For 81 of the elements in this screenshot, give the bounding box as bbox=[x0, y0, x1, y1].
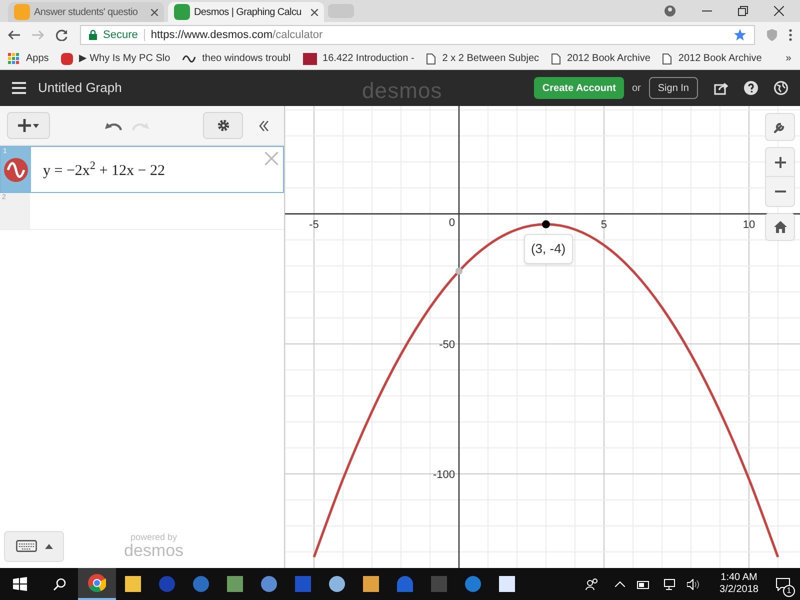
address-bar[interactable]: Secure https://www.desmos.com/calculator bbox=[80, 25, 755, 45]
star-icon[interactable] bbox=[734, 29, 746, 41]
minus-icon bbox=[774, 190, 786, 193]
y-intercept-point[interactable] bbox=[455, 268, 462, 275]
more-bookmarks-button[interactable]: » bbox=[786, 51, 800, 66]
reload-icon[interactable] bbox=[56, 29, 68, 41]
page-icon bbox=[426, 52, 436, 64]
caret-icon bbox=[33, 124, 39, 128]
profile-icon[interactable] bbox=[664, 5, 676, 17]
network-icon[interactable] bbox=[662, 578, 675, 590]
page-icon bbox=[662, 52, 672, 64]
people-icon[interactable] bbox=[585, 578, 599, 590]
browser-tab[interactable]: Answer students' questio bbox=[8, 2, 164, 22]
home-icon bbox=[774, 221, 786, 233]
share-icon[interactable] bbox=[714, 82, 728, 94]
undo-icon[interactable] bbox=[104, 120, 122, 130]
home-view-button[interactable] bbox=[765, 213, 795, 241]
browser-tab[interactable]: Desmos | Graphing Calcu bbox=[168, 2, 324, 22]
menu-icon[interactable] bbox=[12, 82, 26, 94]
bookmark-link[interactable]: theo windows troubl bbox=[202, 51, 291, 66]
bookmark-link[interactable]: ▶ Why Is My PC Slo bbox=[78, 51, 170, 66]
chrome-icon bbox=[88, 574, 106, 592]
page-icon bbox=[551, 52, 562, 64]
keyboard-toggle-button[interactable] bbox=[4, 530, 64, 562]
back-arrow-icon[interactable] bbox=[8, 30, 20, 40]
x-tick-label: -5 bbox=[309, 218, 319, 231]
help-icon[interactable] bbox=[744, 81, 758, 95]
y-tick-label: -50 bbox=[439, 338, 455, 351]
or-text: or bbox=[632, 82, 641, 96]
clock-date[interactable]: 3/2/2018 bbox=[720, 584, 758, 596]
bookmark-link[interactable]: 2012 Book Archive bbox=[567, 51, 650, 66]
caret-up-icon bbox=[44, 544, 52, 548]
settings-icon bbox=[216, 119, 230, 132]
graph-title[interactable]: Untitled Graph bbox=[38, 78, 122, 98]
add-item-button[interactable] bbox=[7, 112, 50, 139]
collapse-panel-icon[interactable] bbox=[259, 120, 269, 130]
bookmark-link[interactable]: 2012 Book Archive bbox=[678, 51, 762, 66]
clock-time[interactable]: 1:40 AM bbox=[720, 572, 758, 584]
plus-icon bbox=[18, 119, 31, 132]
close-tab-icon[interactable] bbox=[311, 8, 318, 16]
settings-button[interactable] bbox=[203, 112, 243, 139]
security-label: Secure bbox=[103, 28, 138, 43]
origin-label: 0 bbox=[448, 216, 455, 229]
bookmark-link[interactable]: Apps bbox=[26, 51, 49, 66]
graph-settings-button[interactable] bbox=[765, 113, 795, 141]
x-tick-label: 5 bbox=[600, 218, 608, 231]
globe-icon[interactable] bbox=[774, 81, 788, 95]
powered-by-text: powered by bbox=[130, 533, 178, 542]
speaker-icon[interactable] bbox=[687, 578, 700, 590]
y-tick-label: -100 bbox=[432, 468, 455, 481]
bookmark-link[interactable]: 2 x 2 Between Subjec bbox=[442, 51, 540, 66]
curve-style-icon[interactable] bbox=[4, 158, 28, 182]
apps-grid-icon bbox=[8, 52, 20, 64]
tab-title: Desmos | Graphing Calcu bbox=[194, 6, 302, 20]
notification-count: 1 bbox=[783, 585, 795, 597]
chrome-taskbar-button[interactable] bbox=[78, 568, 116, 600]
close-tab-icon[interactable] bbox=[151, 8, 158, 16]
lock-icon bbox=[89, 30, 97, 40]
vertex-point[interactable] bbox=[542, 220, 550, 228]
desmos-favicon-icon bbox=[174, 4, 190, 20]
plus-icon bbox=[774, 156, 786, 168]
tab-title: Answer students' questio bbox=[34, 6, 139, 20]
notification-center-button[interactable]: 1 bbox=[766, 568, 800, 600]
restore-icon[interactable] bbox=[738, 6, 748, 16]
url-text: https://www.desmos.com/calculator bbox=[150, 28, 323, 43]
mit-square-icon bbox=[302, 52, 317, 64]
chevron-up-icon[interactable] bbox=[615, 581, 625, 587]
x-tick-label: 10 bbox=[742, 218, 756, 231]
windows-start-icon[interactable] bbox=[13, 577, 27, 591]
squiggle-icon bbox=[182, 54, 196, 64]
answers-favicon-icon bbox=[14, 4, 30, 20]
close-icon[interactable] bbox=[774, 6, 784, 16]
wrench-icon bbox=[773, 120, 787, 134]
keyboard-icon bbox=[16, 540, 36, 552]
battery-icon[interactable] bbox=[637, 580, 650, 588]
search-icon[interactable] bbox=[52, 578, 66, 590]
bookmark-link[interactable]: 16.422 Introduction - bbox=[322, 51, 414, 66]
point-label: (3, -4) bbox=[524, 234, 573, 264]
menu-dots-icon[interactable] bbox=[789, 29, 792, 41]
expression-formula[interactable]: y = −2x$^{2}$ + 12x − 22 bbox=[43, 160, 165, 192]
sign-in-button[interactable]: Sign In bbox=[648, 77, 698, 99]
